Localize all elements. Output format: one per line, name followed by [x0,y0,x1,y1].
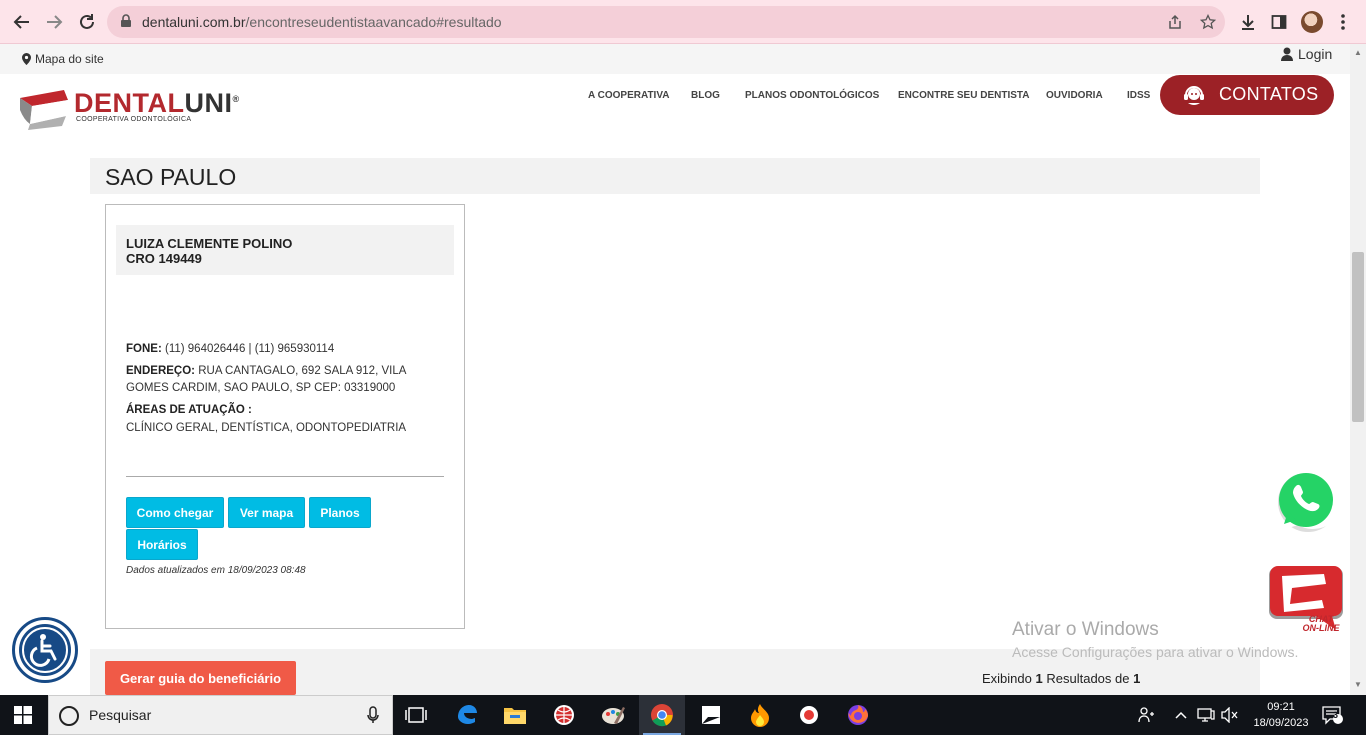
region-title: SAO PAULO [105,164,237,190]
dentaluni-logo[interactable]: DENTALUNI® COOPERATIVA ODONTOLÓGICA [18,88,273,130]
taskbar-search[interactable]: Pesquisar [48,695,393,735]
side-panel-icon[interactable] [1268,11,1290,33]
dentist-name-box: LUIZA CLEMENTE POLINO CRO 149449 [116,225,454,275]
login-label: Login [1298,46,1333,62]
region-heading-bar: SAO PAULO [90,158,1260,194]
areas-value: CLÍNICO GERAL, DENTÍSTICA, ODONTOPEDIATR… [126,422,407,434]
logo-mark-icon [20,90,68,130]
browser-toolbar: dentaluni.com.br/encontreseudentistaavan… [0,0,1366,44]
page-scrollbar[interactable]: ▲ ▼ [1350,44,1366,695]
taskbar-clock[interactable]: 09:21 18/09/2023 [1248,699,1314,731]
nav-item-blog[interactable]: BLOG [691,90,720,101]
clock-date: 18/09/2023 [1253,717,1309,729]
volume-muted-icon[interactable] [1221,695,1239,735]
nav-item-ouvidoria[interactable]: OUVIDORIA [1046,90,1103,101]
address-line: ENDEREÇO: RUA CANTAGALO, 692 SALA 912, V… [126,363,451,397]
microphone-icon[interactable] [367,706,379,728]
contatos-label: CONTATOS [1219,84,1319,104]
sticky-notes-icon[interactable] [688,695,734,735]
scroll-down-icon[interactable]: ▼ [1354,680,1362,689]
updated-timestamp: Dados atualizados em 18/09/2023 08:48 [126,565,306,576]
back-arrow-icon[interactable] [10,10,34,34]
card-divider [126,476,444,477]
address-label: ENDEREÇO: [126,365,196,377]
contatos-button[interactable]: CONTATOS [1160,75,1334,115]
chat-label-line2: ON-LINE [1302,623,1340,633]
chrome-browser-icon[interactable] [639,695,685,735]
phone-label: FONE: [126,343,162,355]
como-chegar-button[interactable]: Como chegar [126,497,224,528]
areas-label: ÁREAS DE ATUAÇÃO : [126,404,252,416]
flame-app-icon[interactable] [737,695,783,735]
nav-item-idss[interactable]: IDSS [1127,90,1150,101]
edge-browser-icon[interactable] [444,695,490,735]
notification-center-icon[interactable]: 3 [1322,695,1344,735]
network-icon[interactable] [1197,695,1215,735]
file-explorer-icon[interactable] [492,695,538,735]
paint-app-icon[interactable] [590,695,636,735]
results-count: Exibindo 1 Resultados de 1 [982,671,1141,686]
user-icon [1281,47,1293,61]
phone-line: FONE: (11) 964026446 | (11) 965930114 [126,341,451,358]
wheelchair-icon [19,624,71,676]
forward-arrow-icon[interactable] [42,10,66,34]
taskbar-search-placeholder: Pesquisar [89,707,152,723]
download-icon[interactable] [1237,11,1259,33]
phone-value: (11) 964026446 | (11) 965930114 [164,343,335,355]
generate-guide-button[interactable]: Gerar guia do beneficiário [105,661,296,695]
windows-start-icon[interactable] [14,706,32,724]
kebab-menu-icon[interactable] [1332,11,1354,33]
dentist-name-block: LUIZA CLEMENTE POLINO CRO 149449 [126,236,292,266]
clock-time: 09:21 [1267,701,1295,713]
nav-item-planos[interactable]: PLANOS ODONTOLÓGICOS [745,90,879,101]
headset-agent-icon [1184,86,1204,105]
reload-icon[interactable] [75,10,99,34]
dentist-card: LUIZA CLEMENTE POLINO CRO 149449 FONE: (… [105,204,465,629]
tray-chevron-up-icon[interactable] [1175,695,1187,735]
areas-label-line: ÁREAS DE ATUAÇÃO : [126,402,451,419]
task-view-icon[interactable] [393,695,439,735]
address-bar[interactable]: dentaluni.com.br/encontreseudentistaavan… [107,6,1225,38]
ver-mapa-button[interactable]: Ver mapa [228,497,305,528]
map-pin-icon [22,53,31,65]
site-header: DENTALUNI® COOPERATIVA ODONTOLÓGICA A CO… [0,74,1350,144]
cortana-circle-icon [59,706,79,726]
dentist-name: LUIZA CLEMENTE POLINO [126,236,293,251]
web-page: Mapa do site Login DENTALUNI® COOPERATIV… [0,44,1350,695]
planos-button[interactable]: Planos [309,497,371,528]
logo-wordmark: DENTALUNI® [74,88,240,118]
lock-icon[interactable] [119,14,133,28]
url-text[interactable]: dentaluni.com.br/encontreseudentistaavan… [142,14,502,30]
record-app-icon[interactable] [786,695,832,735]
share-icon[interactable] [1165,12,1185,32]
windows-activation-title: Ativar o Windows [1012,619,1159,640]
accessibility-widget[interactable] [12,617,78,683]
logo-subtitle: COOPERATIVA ODONTOLÓGICA [76,116,192,123]
red-globe-app-icon[interactable] [541,695,587,735]
top-utility-bar: Mapa do site Login [0,44,1350,74]
chat-online-widget[interactable]: CHAT ON-LINE [1266,564,1348,642]
site-map-label: Mapa do site [35,52,104,66]
windows-activation-subtitle: Acesse Configurações para ativar o Windo… [1012,644,1299,660]
bookmark-star-icon[interactable] [1198,12,1218,32]
people-icon[interactable] [1138,695,1156,735]
login-link[interactable]: Login [1281,46,1332,62]
notification-count: 3 [1333,710,1339,720]
scrollbar-thumb[interactable] [1352,252,1364,422]
profile-avatar[interactable] [1301,11,1323,33]
nav-item-encontre-dentista[interactable]: ENCONTRE SEU DENTISTA [898,90,1030,101]
scroll-up-icon[interactable]: ▲ [1354,48,1362,57]
horarios-button[interactable]: Horários [126,529,198,560]
site-map-link[interactable]: Mapa do site [22,52,104,66]
whatsapp-icon[interactable] [1270,464,1343,536]
windows-taskbar: Pesquisar 09:21 18/09/2023 3 [0,695,1366,735]
nav-item-cooperativa[interactable]: A COOPERATIVA [588,90,669,101]
firefox-icon[interactable] [835,695,881,735]
dentist-cro: CRO 149449 [126,251,202,266]
